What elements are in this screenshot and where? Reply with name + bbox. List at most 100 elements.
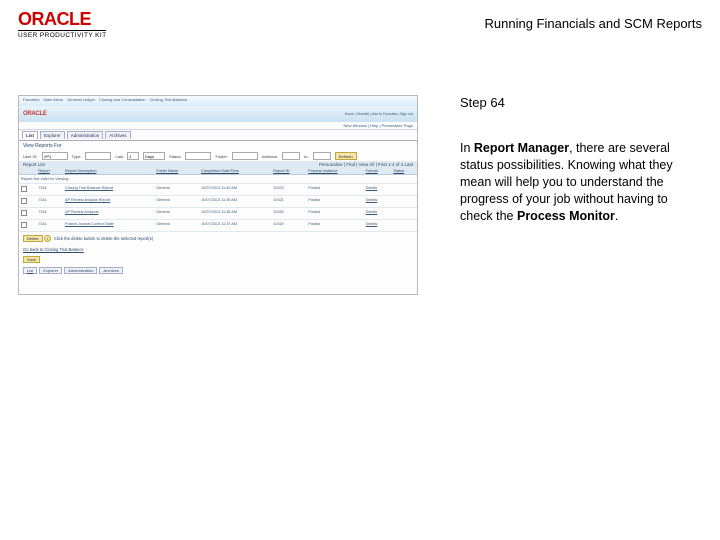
ss-btab: Archives [99,267,122,274]
app-screenshot: Favorites Main Menu General Ledger Closi… [18,95,418,295]
ss-save-row: Save [19,254,417,265]
ss-table-row: 7151 AP Review Anaysis Report General 10… [19,196,417,208]
ss-status-label: Status: [169,154,181,159]
ss-cell: Details [364,220,392,232]
ss-topnav-item: Favorites [23,97,39,105]
doc-header: ORACLE USER PRODUCTIVITY KIT Running Fin… [0,0,720,41]
ss-cell: General [154,208,199,220]
ss-cell: 10/07/2013 11:37 AM [199,220,271,232]
ss-save-button: Save [23,256,40,263]
screenshot-column: Favorites Main Menu General Ledger Closi… [18,95,418,295]
ss-table-row: 7151 Posted Journal Control Table Genera… [19,220,417,232]
ss-days-input [143,152,165,160]
ss-type-input [85,152,111,160]
ss-cell: 10/07/2013 11:38 AM [199,208,271,220]
content-row: Favorites Main Menu General Ledger Closi… [0,95,720,295]
ss-cell [19,208,36,220]
ss-list-pager: Personalize | Find | View All | First 1-… [319,162,413,167]
ss-btab: Explorer [39,267,62,274]
ss-instance-input [282,152,300,160]
ss-cell [19,184,36,196]
checkbox-icon [21,222,27,228]
ss-cell: General [154,184,199,196]
ss-tabrow: List Explorer Administration Archives [19,130,417,141]
ss-cell: Posted [306,184,363,196]
ss-report-table: Report Report Description Folder Name Co… [19,168,417,232]
info-icon: i [44,235,51,242]
ss-cell: General [154,220,199,232]
ss-cell: 7151 [36,184,63,196]
ss-cell: 10/07/2013 11:40 AM [199,184,271,196]
ss-topnav-item: Main Menu [43,97,63,105]
ss-folder-label: Folder: [215,154,227,159]
ss-cell: Posted [306,208,363,220]
ss-goback-link: Go back to Closing Trial Balance [19,245,417,254]
ss-refresh-button: Refresh [335,152,357,160]
ss-table-row: Report Not Valid for Viewing [19,175,417,184]
ss-cell: 7151 [36,220,63,232]
ss-cell [19,196,36,208]
ss-cell: 7151 [36,196,63,208]
ss-table-row: 7151 AP Review Analysis General 10/07/20… [19,208,417,220]
ss-list-header: Report List Personalize | Find | View Al… [19,161,417,168]
ss-brand-right: Home | Worklist | Add to Favorites | Sig… [345,112,413,116]
ss-subtop-links: New Window | Help | Personalize Page [19,122,417,130]
ss-instance-to-input [313,152,331,160]
instruction-column: Step 64 In Report Manager, there are sev… [418,95,698,295]
checkbox-icon [21,186,27,192]
ss-topnav-item: Closing and Consolidation [99,97,145,105]
ss-filter-row: User ID: Type: Last Status: Folder: Inst… [19,151,417,161]
ss-topnav-item: Closing Trial Balance [150,97,188,105]
ss-btab: List [23,267,37,274]
ss-cell: Details [364,184,392,196]
ss-oracle-wordmark: ORACLE [23,111,47,117]
ss-delete-button: Delete [23,235,43,242]
ss-cell: Closing Trial Balance Report [63,184,154,196]
ss-cell: 7151 [36,208,63,220]
ss-list-title: Report List [23,162,45,167]
doc-title: Running Financials and SCM Reports [485,16,703,31]
ss-section-title: View Reports For [19,141,417,151]
ss-folder-input [232,152,258,160]
oracle-logo: ORACLE USER PRODUCTIVITY KIT [18,10,106,39]
ss-footer: Delete i Click the delete button to dele… [19,232,417,245]
ss-btab: Administration [64,267,97,274]
ss-tab-list: List [22,131,38,139]
checkbox-icon [21,210,27,216]
ss-to-label: to: [304,154,308,159]
ss-topnav-item: General Ledger [67,97,95,105]
ss-footer-note: Click the delete button to delete the se… [54,236,153,241]
txt: . [615,209,618,223]
txt-bold: Process Monitor [517,209,615,223]
ss-topnav: Favorites Main Menu General Ledger Closi… [19,96,417,106]
ss-cell: 10/07/2013 11:39 AM [199,196,271,208]
oracle-wordmark: ORACLE [18,10,106,28]
ss-bottom-tabs: List Explorer Administration Archives [19,265,417,276]
ss-cell: 10321 [271,196,306,208]
ss-table-row: 7151 Closing Trial Balance Report Genera… [19,184,417,196]
ss-cell: 10319 [271,220,306,232]
ss-cell: Details [364,196,392,208]
checkbox-icon [21,198,27,204]
ss-last-label: Last [115,154,123,159]
ss-status-input [185,152,211,160]
ss-tab-explorer: Explorer [40,131,65,139]
ss-cell: AP Review Anaysis Report [63,196,154,208]
upk-subtitle: USER PRODUCTIVITY KIT [18,30,106,39]
ss-type-label: Type: [72,154,82,159]
ss-cell: General [154,196,199,208]
ss-cell: AP Review Analysis [63,208,154,220]
ss-cell: Posted Journal Control Table [63,220,154,232]
ss-tab-archives: Archives [105,131,130,139]
ss-tab-admin: Administration [67,131,104,139]
ss-userid-label: User ID: [23,154,38,159]
ss-cell: Details [364,208,392,220]
ss-last-input [127,152,139,160]
ss-cell: 10320 [271,208,306,220]
ss-cell: Posted [306,220,363,232]
ss-cell [19,220,36,232]
ss-userid-input [42,152,68,160]
ss-cell: Posted [306,196,363,208]
step-label: Step 64 [460,95,694,110]
txt: In [460,141,474,155]
